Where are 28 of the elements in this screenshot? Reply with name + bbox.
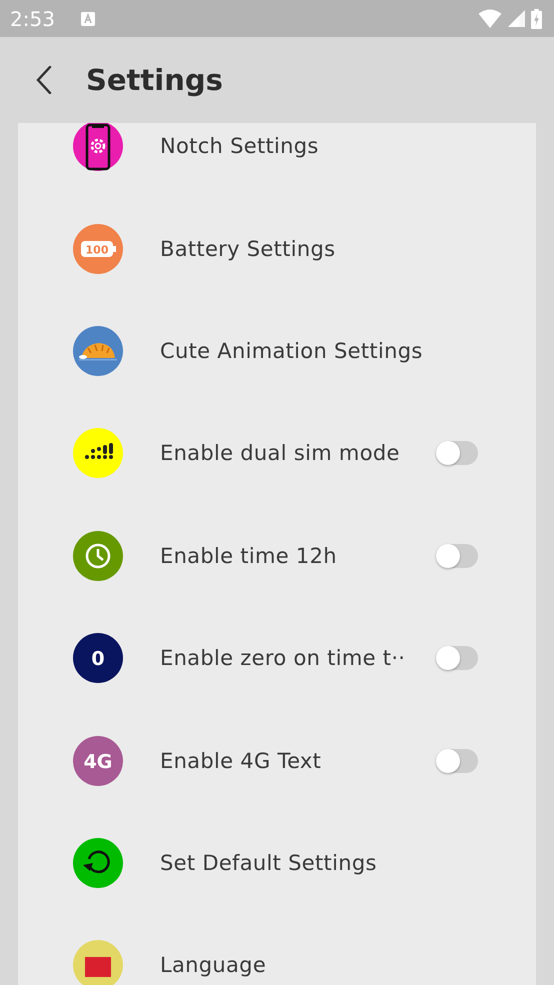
toggle-switch[interactable] bbox=[436, 748, 478, 773]
setting-label[interactable]: Enable zero on time t·· bbox=[160, 646, 406, 670]
back-icon[interactable] bbox=[36, 66, 52, 94]
4g-icon: 4G bbox=[73, 736, 123, 786]
battery-icon: 100 bbox=[73, 224, 123, 274]
signal-bars-icon bbox=[73, 428, 123, 478]
clock-icon bbox=[73, 530, 123, 581]
status-time: 2:53 bbox=[10, 6, 55, 30]
toggle-switch[interactable] bbox=[436, 646, 478, 670]
setting-label[interactable]: Enable 4G Text bbox=[160, 748, 322, 773]
toggle-switch[interactable] bbox=[436, 441, 478, 466]
phone-gear-icon bbox=[73, 123, 123, 172]
reset-icon bbox=[73, 838, 123, 888]
setting-label[interactable]: Enable time 12h bbox=[160, 544, 337, 568]
setting-label[interactable]: Language bbox=[160, 953, 266, 978]
battery-icon bbox=[531, 8, 542, 28]
notification-icon bbox=[80, 12, 95, 26]
signal-icon bbox=[508, 10, 525, 27]
zero-icon: 0 bbox=[73, 633, 123, 684]
setting-label[interactable]: Battery Settings bbox=[160, 236, 336, 261]
setting-label[interactable]: Cute Animation Settings bbox=[160, 338, 423, 363]
toggle-switch[interactable] bbox=[436, 544, 478, 568]
setting-label[interactable]: Enable dual sim mode bbox=[160, 441, 400, 466]
setting-label[interactable]: Notch Settings bbox=[160, 134, 319, 158]
wifi-icon bbox=[478, 9, 502, 28]
flag-icon bbox=[73, 940, 123, 985]
page-title: Settings bbox=[86, 63, 223, 97]
setting-label[interactable]: Set Default Settings bbox=[160, 850, 377, 875]
